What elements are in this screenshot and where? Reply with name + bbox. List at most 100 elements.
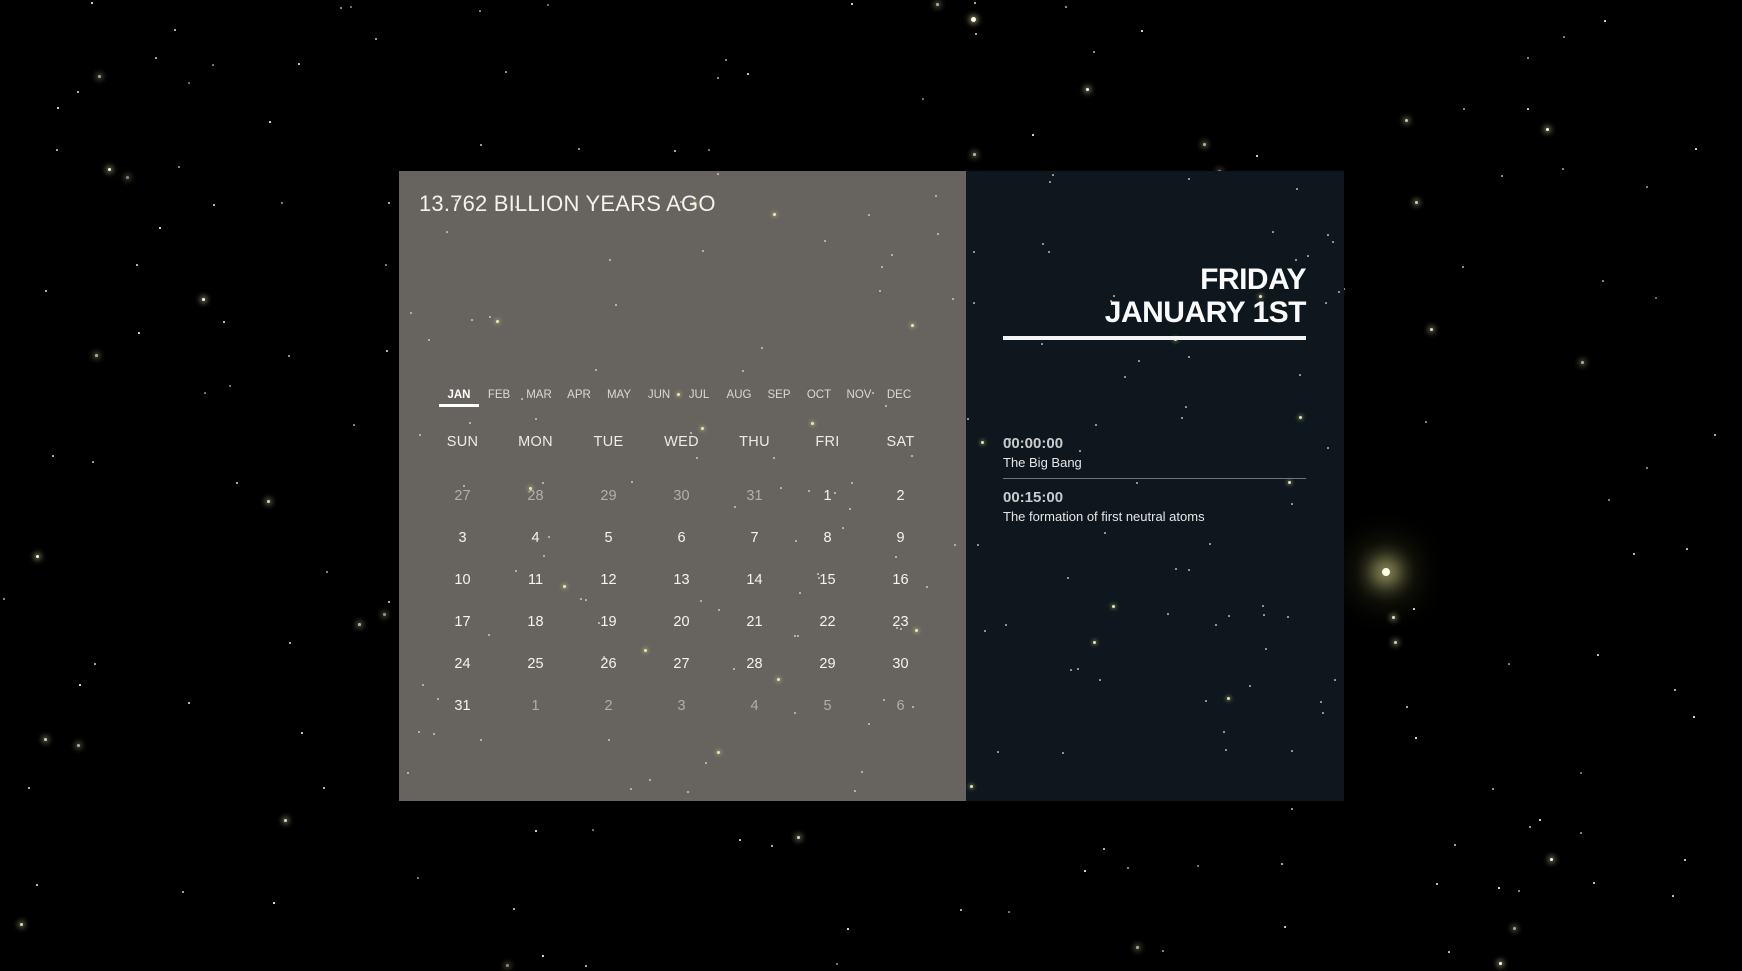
day-cell[interactable]: 23 [864,601,937,643]
panel-star [1112,605,1115,608]
star [28,787,30,789]
day-cell[interactable]: 7 [718,517,791,559]
panel-star [1228,615,1230,617]
panel-star [609,259,611,261]
day-cell[interactable]: 26 [572,643,645,685]
day-cell[interactable]: 18 [499,601,572,643]
day-cell[interactable]: 27 [426,475,499,517]
day-cell[interactable]: 13 [645,559,718,601]
selected-weekday: FRIDAY [1200,263,1306,296]
day-cell[interactable]: 9 [864,517,937,559]
day-cell[interactable]: 31 [426,685,499,727]
day-cell[interactable]: 21 [718,601,791,643]
panel-star [471,319,473,321]
day-cell[interactable]: 31 [718,475,791,517]
month-tab-feb[interactable]: FEB [479,389,519,407]
panel-star [702,250,704,252]
panel-star [701,427,704,430]
month-tab-nov[interactable]: NOV [839,389,879,407]
day-cell[interactable]: 22 [791,601,864,643]
star [1646,467,1648,469]
day-cell[interactable]: 6 [864,685,937,727]
day-cell[interactable]: 8 [791,517,864,559]
star [973,153,976,156]
star [1602,280,1604,282]
day-cell[interactable]: 29 [791,643,864,685]
panel-star [1138,360,1140,362]
panel-star [1062,752,1064,754]
day-cell[interactable]: 1 [499,685,572,727]
star [725,59,727,61]
day-cell[interactable]: 3 [426,517,499,559]
star [1580,772,1582,774]
star [1518,890,1520,892]
month-tab-dec[interactable]: DEC [879,389,919,407]
month-tab-may[interactable]: MAY [599,389,639,407]
panel-star [1249,685,1251,687]
day-cell[interactable]: 2 [572,685,645,727]
star [95,354,98,357]
day-cell[interactable]: 10 [426,559,499,601]
star [708,149,710,151]
star [178,166,180,168]
star [847,928,849,930]
star [36,884,38,886]
star [851,3,853,5]
day-cell[interactable]: 2 [864,475,937,517]
month-tab-jul[interactable]: JUL [679,389,719,407]
day-cell[interactable]: 17 [426,601,499,643]
day-cell[interactable]: 4 [499,517,572,559]
day-cell[interactable]: 16 [864,559,937,601]
day-cell[interactable]: 27 [645,643,718,685]
panel-star [446,231,448,233]
star [505,71,507,73]
day-cell[interactable]: 4 [718,685,791,727]
star [717,77,719,79]
month-tab-apr[interactable]: APR [559,389,599,407]
month-tab-jan[interactable]: JAN [439,389,479,407]
star [1008,911,1010,913]
event-item[interactable]: 00:15:00 The formation of first neutral a… [1003,478,1306,532]
day-cell[interactable]: 5 [791,685,864,727]
day-cell[interactable]: 24 [426,643,499,685]
day-cell[interactable]: 3 [645,685,718,727]
day-cell[interactable]: 30 [864,643,937,685]
date-underline-divider [1003,336,1306,340]
panel-star [489,316,491,318]
month-tab-mar[interactable]: MAR [519,389,559,407]
panel-star [935,195,937,197]
panel-star [881,266,883,268]
day-cell[interactable]: 12 [572,559,645,601]
star [212,64,214,66]
panel-star [1265,648,1267,650]
star [417,877,419,879]
day-cell[interactable]: 5 [572,517,645,559]
day-cell[interactable]: 14 [718,559,791,601]
panel-star [1185,406,1187,408]
month-tab-oct[interactable]: OCT [799,389,839,407]
star [479,10,481,12]
day-cell[interactable]: 19 [572,601,645,643]
day-cell[interactable]: 28 [718,643,791,685]
star [79,684,81,686]
panel-star [535,418,537,420]
star [1563,36,1565,38]
month-tab-jun[interactable]: JUN [639,389,679,407]
day-cell[interactable]: 11 [499,559,572,601]
panel-star [1338,291,1340,293]
day-cell[interactable]: 20 [645,601,718,643]
day-cell[interactable]: 15 [791,559,864,601]
day-cell[interactable]: 28 [499,475,572,517]
month-tab-sep[interactable]: SEP [759,389,799,407]
bright-star [36,555,39,558]
day-cell[interactable]: 30 [645,475,718,517]
day-cell[interactable]: 1 [791,475,864,517]
day-cell[interactable]: 6 [645,517,718,559]
event-item[interactable]: 00:00:00 The Big Bang [1003,431,1306,478]
star [1405,119,1408,122]
month-tab-aug[interactable]: AUG [719,389,759,407]
panel-star [742,370,744,372]
day-cell[interactable]: 29 [572,475,645,517]
day-cell[interactable]: 25 [499,643,572,685]
panel-star [1215,624,1217,626]
